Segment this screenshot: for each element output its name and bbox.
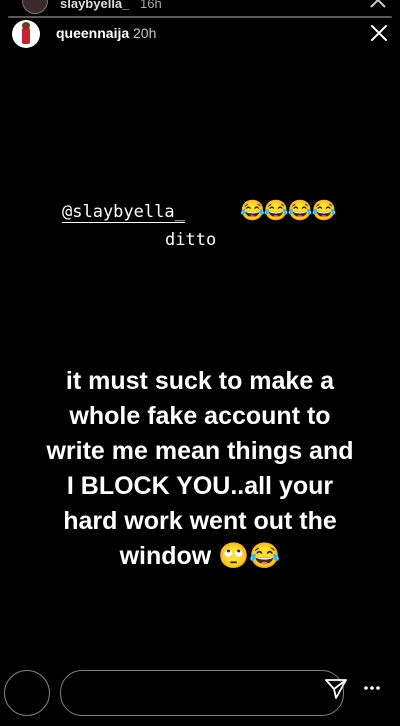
caption-line: it must suck to make a: [65, 367, 335, 395]
reply-bar: [0, 670, 344, 726]
story-header: queennaija 20h: [0, 18, 400, 50]
reply-input[interactable]: [60, 670, 344, 716]
previous-avatar: [22, 0, 48, 14]
story-caption: it must suck to make a whole fake accoun…: [0, 364, 400, 574]
ditto-text: ditto: [165, 230, 217, 250]
story-username[interactable]: queennaija: [56, 25, 129, 41]
avatar[interactable]: [12, 20, 40, 48]
caption-line: write me mean things and: [46, 437, 354, 465]
caption-line: I BLOCK YOU..all your: [66, 472, 334, 500]
caption-line: whole fake account to: [69, 402, 331, 430]
laughing-emojis: 😂😂😂😂: [240, 200, 337, 222]
caption-line: hard work went out the: [63, 507, 337, 535]
avatar-head: [22, 22, 30, 29]
more-icon[interactable]: [362, 683, 382, 693]
caption-line: window 🙄😂: [119, 542, 281, 570]
previous-story-header: slaybyella_ 16h: [0, 0, 400, 14]
camera-button[interactable]: [4, 670, 50, 716]
previous-timestamp: 16h: [140, 0, 162, 11]
close-icon[interactable]: [368, 22, 390, 44]
previous-close-icon: [370, 0, 386, 8]
story-timestamp: 20h: [133, 25, 157, 41]
previous-username: slaybyella_: [60, 0, 130, 11]
send-icon[interactable]: [324, 678, 348, 700]
mention-sticker[interactable]: @slaybyella_: [62, 202, 185, 222]
